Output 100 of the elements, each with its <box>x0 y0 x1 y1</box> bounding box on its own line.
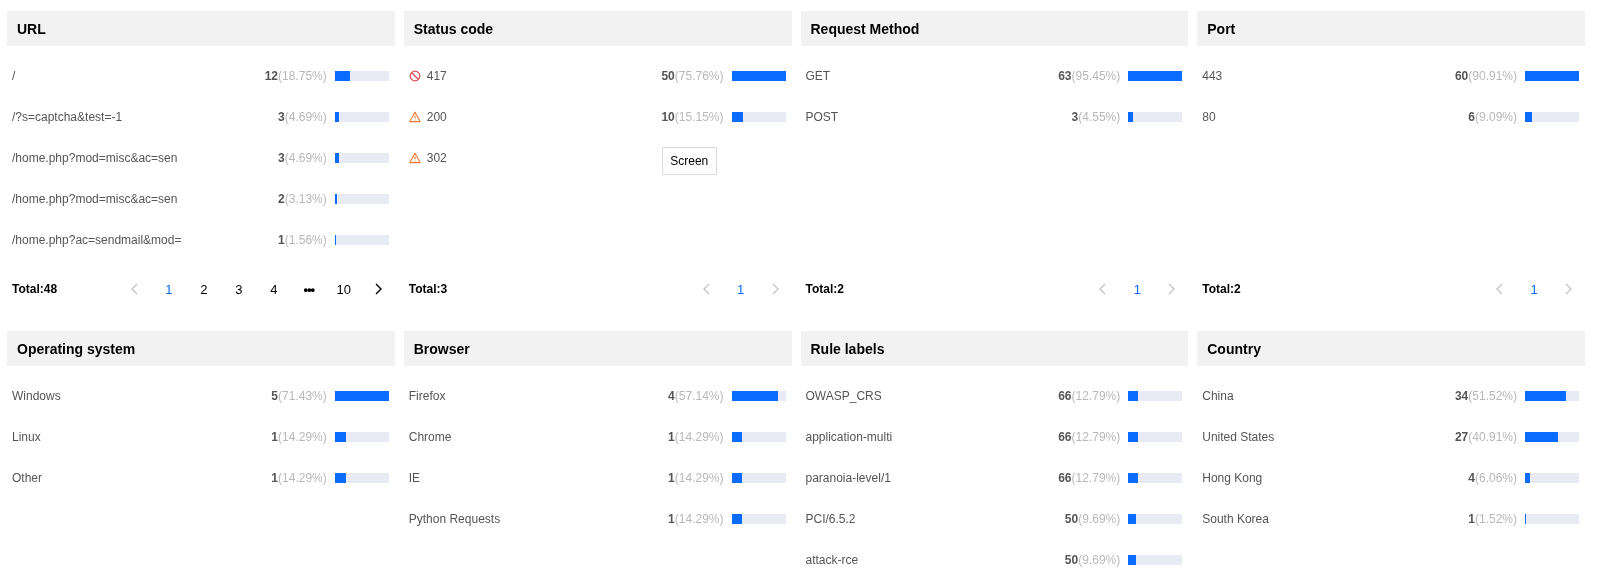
item-label: POST <box>805 109 839 124</box>
count-text: 50 <box>661 68 675 83</box>
percentage-text: (14.29%) <box>674 470 724 485</box>
item-label: Chrome <box>408 429 452 444</box>
count-text: 1 <box>668 470 675 485</box>
item-label: South Korea <box>1202 511 1269 526</box>
percentage-text: (12.79%) <box>1071 429 1121 444</box>
percentage-text: (9.69%) <box>1078 552 1121 567</box>
next-page-icon[interactable] <box>373 283 384 295</box>
item-label: 200 <box>426 109 447 124</box>
item-label: /?s=captcha&test=-1 <box>12 109 123 124</box>
count-text: 1 <box>1468 511 1475 526</box>
item-label: PCI/6.5.2 <box>805 511 856 526</box>
percentage-text: (14.29%) <box>278 470 327 485</box>
count-text: 6 <box>1468 109 1475 124</box>
percentage-text: (1.52%) <box>1474 511 1517 526</box>
item-label: GET <box>805 68 831 83</box>
count-text: 66 <box>1058 470 1072 485</box>
percentage-text: (3.13%) <box>284 191 327 206</box>
count-text: 1 <box>271 470 279 485</box>
percentage-text: (75.76%) <box>674 68 724 83</box>
percentage-text: (12.79%) <box>1071 388 1121 403</box>
percentage-text: (71.43%) <box>278 388 327 403</box>
page-button[interactable]: 1 <box>1518 275 1550 303</box>
item-label: Other <box>12 470 42 485</box>
percentage-text: (9.09%) <box>1474 109 1517 124</box>
panel-title: Port <box>1207 20 1236 37</box>
item-label: /home.php?mod=misc&ac=sen <box>12 150 178 165</box>
percentage-text: (90.91%) <box>1468 68 1517 83</box>
item-label: Hong Kong <box>1202 470 1263 485</box>
total-count: Total:3 <box>408 282 449 296</box>
percentage-text: (18.75%) <box>278 68 327 83</box>
ellipsis-text: ••• <box>302 280 316 299</box>
item-label: OWASP_CRS <box>805 388 882 403</box>
count-text: 3 <box>278 150 285 165</box>
item-label: 417 <box>426 68 447 83</box>
percentage-text: (4.55%) <box>1078 109 1121 124</box>
page-button[interactable]: 10 <box>327 275 360 303</box>
count-text: 27 <box>1454 429 1469 444</box>
percentage-text: (15.15%) <box>674 109 724 124</box>
page-button[interactable]: 3 <box>222 275 255 303</box>
item-label: 302 <box>426 150 447 165</box>
percentage-text: (14.29%) <box>278 429 327 444</box>
percentage-text: (14.29%) <box>674 511 724 526</box>
count-text: 10 <box>661 109 675 124</box>
item-label: attack-rce <box>805 552 859 567</box>
panel-title: Request Method <box>810 20 920 37</box>
blocked-icon <box>408 69 421 82</box>
count-text: 3 <box>278 109 285 124</box>
percentage-text: (6.06%) <box>1474 470 1517 485</box>
item-label: application-multi <box>805 429 893 444</box>
page-button[interactable]: 2 <box>187 275 220 303</box>
count-text: 12 <box>264 68 279 83</box>
page-button[interactable]: 1 <box>152 275 185 303</box>
panel-title: URL <box>17 20 46 37</box>
percentage-text: (9.69%) <box>1078 511 1121 526</box>
percentage-text: (4.69%) <box>284 109 327 124</box>
panel-title: Country <box>1207 340 1261 357</box>
count-text: 60 <box>1454 68 1469 83</box>
total-count: Total:2 <box>805 282 845 296</box>
count-text: 4 <box>1468 470 1475 485</box>
page-button[interactable]: 1 <box>1121 275 1154 303</box>
item-label: IE <box>408 470 421 485</box>
count-text: 50 <box>1064 552 1079 567</box>
warning-icon <box>408 110 421 123</box>
count-text: 63 <box>1058 68 1072 83</box>
count-text: 1 <box>271 429 279 444</box>
count-text: 1 <box>668 429 675 444</box>
item-label: 80 <box>1202 109 1216 124</box>
percentage-text: (51.52%) <box>1468 388 1517 403</box>
percentage-text: (14.29%) <box>674 429 724 444</box>
item-label: / <box>12 68 16 83</box>
item-label: Firefox <box>408 388 446 403</box>
item-label: Linux <box>12 429 41 444</box>
item-label: Python Requests <box>408 511 501 526</box>
item-label: 443 <box>1202 68 1223 83</box>
page-button[interactable]: 1 <box>724 275 757 303</box>
percentage-text: (4.69%) <box>284 150 327 165</box>
panel-title: Browser <box>413 340 470 357</box>
count-text: 66 <box>1058 429 1072 444</box>
screen-button[interactable]: Screen <box>661 147 717 175</box>
percentage-text: (57.14%) <box>674 388 724 403</box>
percentage-text: (40.91%) <box>1468 429 1517 444</box>
percentage-text: (12.79%) <box>1071 470 1121 485</box>
total-count: Total:48 <box>12 282 59 296</box>
count-text: 50 <box>1064 511 1079 526</box>
item-label: /home.php?mod=misc&ac=sen <box>12 191 178 206</box>
count-text: 66 <box>1058 388 1072 403</box>
count-text: 3 <box>1071 109 1079 124</box>
item-label: China <box>1202 388 1234 403</box>
panel-title: Status code <box>413 20 494 37</box>
item-label: paranoia-level/1 <box>805 470 891 485</box>
item-label: Windows <box>12 388 61 403</box>
item-label: /home.php?ac=sendmail&mod= <box>12 232 182 247</box>
page-button[interactable]: 4 <box>257 275 290 303</box>
count-text: 1 <box>278 232 285 247</box>
warning-icon <box>408 151 421 164</box>
percentage-text: (1.56%) <box>284 232 327 247</box>
count-text: 4 <box>668 388 675 403</box>
percentage-text: (95.45%) <box>1071 68 1121 83</box>
